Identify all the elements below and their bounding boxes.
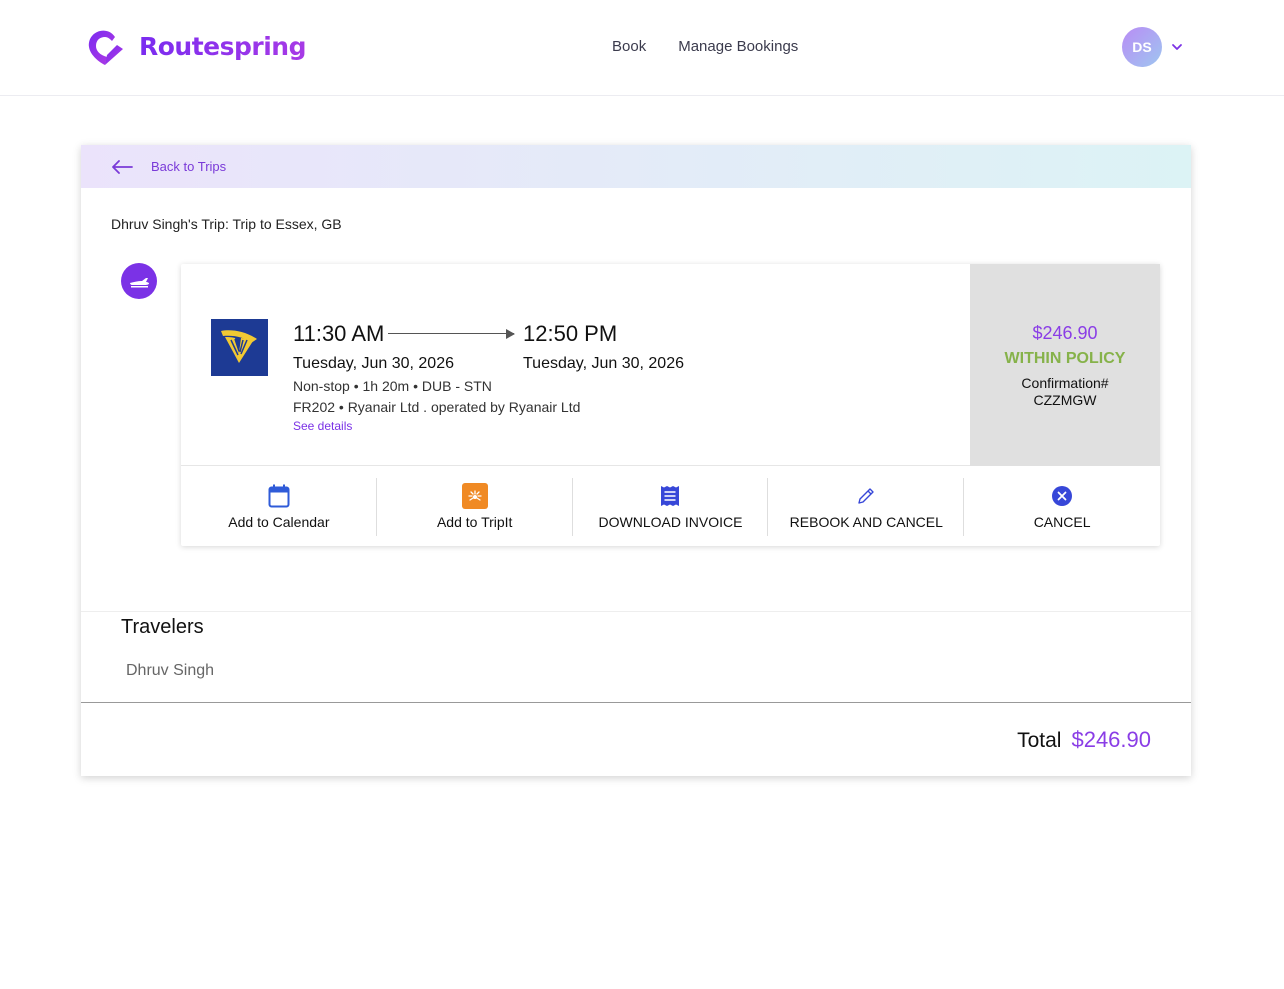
cancel-circle-icon (1052, 485, 1073, 506)
back-to-trips-link[interactable]: Back to Trips (151, 159, 226, 174)
total-divider (81, 702, 1191, 703)
avatar[interactable]: DS (1122, 27, 1162, 67)
invoice-icon (661, 485, 680, 506)
flight-segment-badge (121, 263, 157, 299)
add-to-tripit-button[interactable]: Add to TripIt (377, 467, 573, 546)
flight-summary: 11:30 AM 12:50 PM Tuesday, Jun 30, 2026 … (181, 264, 1160, 466)
section-divider (81, 611, 1191, 612)
add-to-calendar-button[interactable]: Add to Calendar (181, 467, 377, 546)
arrival-date: Tuesday, Jun 30, 2026 (523, 355, 684, 372)
flight-carrier: FR202 • Ryanair Ltd . operated by Ryanai… (293, 399, 581, 415)
rebook-and-cancel-button[interactable]: REBOOK AND CANCEL (768, 467, 964, 546)
cancel-label: CANCEL (1033, 513, 1091, 530)
cancel-button[interactable]: CANCEL (964, 467, 1160, 546)
route-arrow-icon (506, 329, 515, 339)
policy-status: WITHIN POLICY (1004, 350, 1126, 367)
traveler-name: Dhruv Singh (126, 662, 215, 679)
rebook-and-cancel-label: REBOOK AND CANCEL (789, 513, 943, 530)
tripit-icon (461, 482, 488, 509)
price-panel: $246.90 WITHIN POLICY Confirmation# CZZM… (970, 264, 1160, 466)
flight-card: 11:30 AM 12:50 PM Tuesday, Jun 30, 2026 … (181, 264, 1160, 546)
nav-book[interactable]: Book (612, 38, 646, 55)
pencil-icon (858, 487, 874, 504)
airline-logo (211, 319, 268, 376)
total-label: Total (1017, 729, 1062, 752)
brand-logo[interactable]: Routespring (85, 25, 307, 67)
travelers-heading: Travelers (121, 616, 204, 638)
confirmation-label: Confirmation# (1021, 375, 1109, 391)
total-value: $246.90 (1071, 727, 1151, 752)
user-menu[interactable]: DS (1122, 27, 1184, 67)
main-nav: Book Manage Bookings (612, 38, 798, 55)
flight-actions: Add to Calendar Add to TripIt DOWNLOAD I… (181, 467, 1160, 546)
plane-landing-icon (130, 278, 149, 288)
routespring-logo-icon (88, 30, 123, 66)
add-to-calendar-label: Add to Calendar (228, 513, 330, 530)
trip-detail-card: Back to Trips Dhruv Singh's Trip: Trip t… (81, 145, 1191, 776)
top-navigation-bar: Routespring Book Manage Bookings DS (0, 0, 1284, 96)
chevron-down-icon[interactable] (1170, 40, 1184, 54)
calendar-icon (268, 484, 290, 507)
trip-total: Total $246.90 (1017, 727, 1151, 753)
download-invoice-label: DOWNLOAD INVOICE (598, 513, 743, 530)
confirmation-code: CZZMGW (1033, 392, 1097, 408)
flight-stops-duration: Non-stop • 1h 20m • DUB - STN (293, 378, 492, 394)
arrival-time: 12:50 PM (523, 321, 618, 346)
flight-price: $246.90 (1032, 323, 1098, 343)
ryanair-harp-logo-icon (221, 330, 257, 363)
trip-title: Dhruv Singh's Trip: Trip to Essex, GB (111, 216, 342, 232)
departure-time: 11:30 AM (293, 321, 385, 346)
nav-manage-bookings[interactable]: Manage Bookings (678, 38, 798, 55)
arrow-left-icon[interactable] (111, 159, 133, 175)
add-to-tripit-label: Add to TripIt (436, 513, 513, 530)
departure-date: Tuesday, Jun 30, 2026 (293, 355, 454, 372)
brand-name: Routespring (139, 31, 307, 61)
back-bar[interactable]: Back to Trips (81, 145, 1191, 188)
route-arrow-line (388, 333, 514, 334)
see-details-link[interactable]: See details (293, 419, 352, 433)
download-invoice-button[interactable]: DOWNLOAD INVOICE (573, 467, 769, 546)
